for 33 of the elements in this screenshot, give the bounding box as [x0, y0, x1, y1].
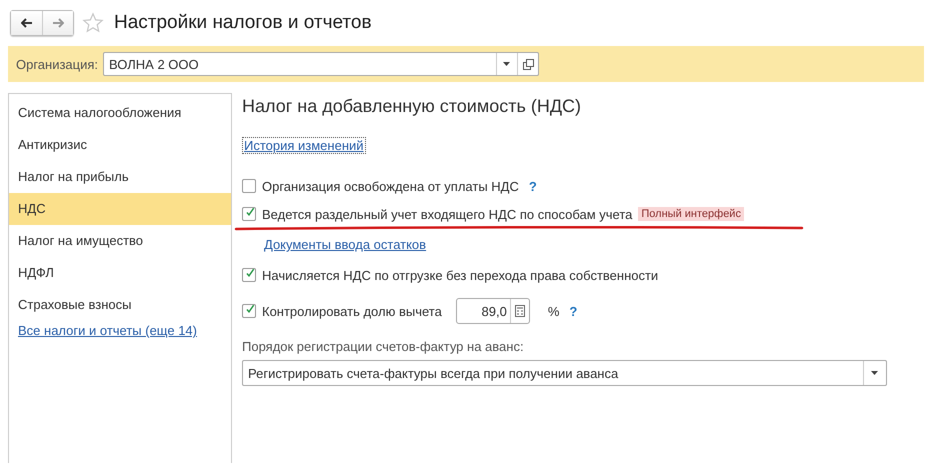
- left-arrow-icon: [20, 18, 32, 28]
- right-arrow-icon: [52, 18, 64, 28]
- checkbox[interactable]: [242, 179, 256, 193]
- organization-label: Организация:: [16, 56, 98, 72]
- window-title: Настройки налогов и отчетов: [114, 12, 372, 34]
- interface-badge: Полный интерфейс: [638, 207, 744, 221]
- help-link[interactable]: ?: [528, 178, 537, 194]
- sidebar-item[interactable]: НДФЛ: [9, 257, 231, 289]
- invoice-order-label: Порядок регистрации счетов-фактур на аванс:: [242, 339, 525, 354]
- back-button[interactable]: [11, 11, 42, 35]
- invoice-order-select[interactable]: Регистрировать счета-фактуры всегда при получении аванса: [242, 360, 887, 386]
- sidebar-item[interactable]: Антикризис: [9, 129, 231, 161]
- sidebar-item[interactable]: Система налогообложения: [9, 97, 231, 129]
- checkbox-label: Начисляется НДС по отгрузке без перехода права собственности: [262, 268, 658, 282]
- sidebar-item[interactable]: Налог на имущество: [9, 225, 231, 257]
- sidebar-item[interactable]: НДС: [9, 193, 231, 225]
- checkbox-label: Ведется раздельный учет входящего НДС по способам учета: [262, 206, 632, 222]
- checkbox-label: Контролировать долю вычета: [262, 304, 442, 318]
- checkbox[interactable]: [242, 304, 256, 318]
- star-icon[interactable]: [82, 12, 104, 34]
- checkbox[interactable]: [242, 207, 256, 221]
- section-title: Налог на добавленную стоимость (НДС): [242, 96, 582, 117]
- organization-field[interactable]: ВОЛНА 2 ООО: [103, 52, 540, 76]
- percent-unit: %: [548, 304, 560, 318]
- sidebar-item[interactable]: Страховые взносы: [9, 289, 231, 321]
- deduction-field[interactable]: 89,0: [456, 298, 530, 324]
- sidebar-item[interactable]: Налог на прибыль: [9, 161, 231, 193]
- all-taxes-link[interactable]: Все налоги и отчеты (еще 14): [9, 323, 231, 338]
- checkbox[interactable]: [242, 268, 256, 282]
- checkbox-label: Организация освобождена от уплаты НДС: [262, 178, 519, 194]
- history-link[interactable]: История изменений: [242, 137, 366, 154]
- opening-balances-link[interactable]: Документы ввода остатков: [264, 237, 426, 252]
- help-link[interactable]: ?: [569, 304, 578, 318]
